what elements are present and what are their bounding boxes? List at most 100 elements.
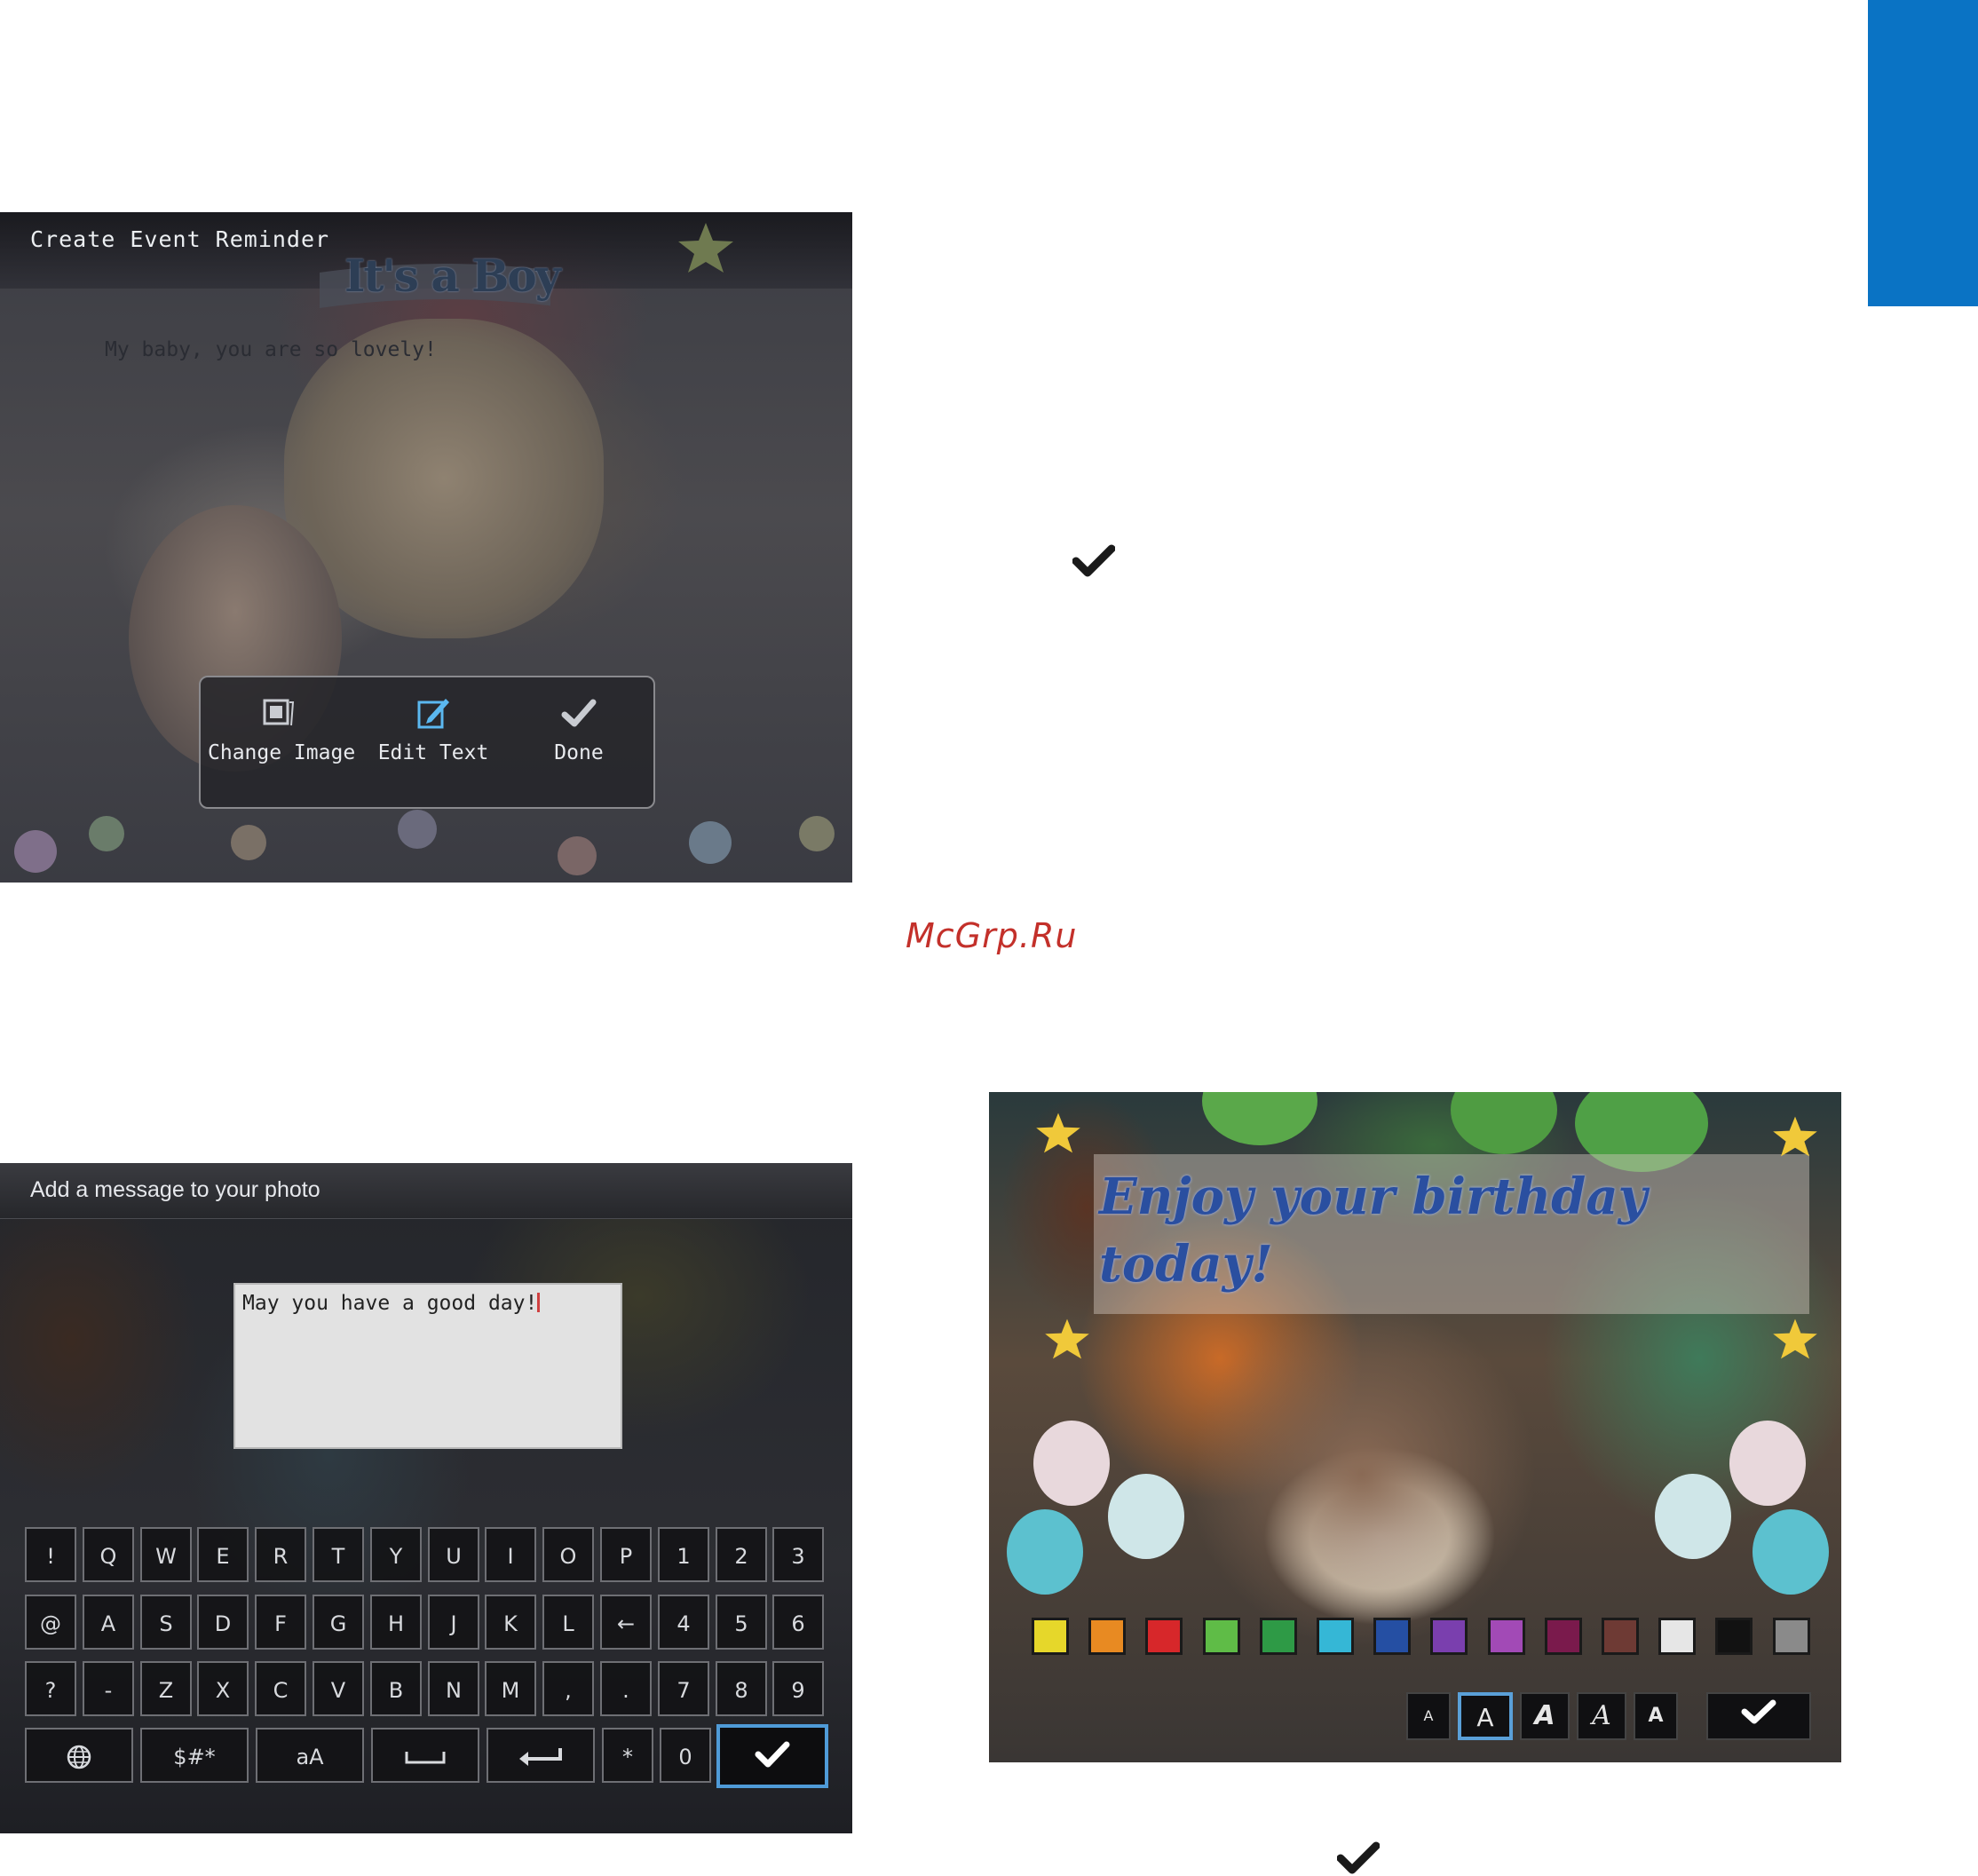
language-key[interactable] <box>25 1728 133 1783</box>
color-swatch[interactable] <box>1317 1618 1354 1655</box>
section-tab <box>1868 0 1978 306</box>
keyboard-key[interactable]: Y <box>370 1527 422 1582</box>
star-decoration <box>1773 1116 1817 1157</box>
balloon-decoration <box>1655 1474 1731 1559</box>
color-swatch[interactable] <box>1658 1618 1696 1655</box>
balloon-decoration <box>1108 1474 1184 1559</box>
edit-text-button[interactable]: Edit Text <box>362 677 504 807</box>
globe-icon <box>67 1745 91 1769</box>
color-swatch[interactable] <box>1602 1618 1639 1655</box>
keyboard-key[interactable]: X <box>197 1661 249 1716</box>
keyboard-key[interactable]: Q <box>83 1527 134 1582</box>
keyboard-key[interactable]: 8 <box>716 1661 767 1716</box>
message-input[interactable]: May you have a good day! <box>233 1283 622 1449</box>
action-menu: Change Image Edit Text Done <box>199 676 655 809</box>
keyboard-key[interactable]: P <box>600 1527 652 1582</box>
color-swatch[interactable] <box>1715 1618 1753 1655</box>
font-style-bold[interactable]: A <box>1634 1692 1678 1740</box>
keyboard-key[interactable]: J <box>428 1595 479 1650</box>
done-button[interactable]: Done <box>513 677 645 807</box>
font-style-small[interactable]: A <box>1406 1692 1451 1740</box>
birthday-text-style-screen: Enjoy your birthday today! A A A A A <box>989 1092 1841 1762</box>
screen-title: Add a message to your photo <box>30 1177 320 1202</box>
color-swatch[interactable] <box>1088 1618 1126 1655</box>
keyboard-key[interactable]: G <box>313 1595 364 1650</box>
watermark: McGrp.Ru <box>906 916 1078 955</box>
confirm-button[interactable] <box>1706 1692 1811 1740</box>
keyboard-key[interactable]: ? <box>25 1661 76 1716</box>
star-decoration <box>1773 1318 1817 1359</box>
keyboard-key[interactable]: W <box>140 1527 192 1582</box>
symbols-key[interactable]: $#* <box>140 1728 249 1783</box>
balloon-decoration <box>1033 1421 1110 1506</box>
keyboard-key[interactable]: N <box>428 1661 479 1716</box>
keyboard-key[interactable]: C <box>255 1661 306 1716</box>
keyboard-key[interactable]: - <box>83 1661 134 1716</box>
keyboard-key[interactable]: E <box>197 1527 249 1582</box>
keyboard-key[interactable]: @ <box>25 1595 76 1650</box>
checkmark-icon <box>1337 1841 1380 1874</box>
keyboard-key[interactable]: F <box>255 1595 306 1650</box>
keyboard-key[interactable]: A <box>83 1595 134 1650</box>
checkmark-icon <box>1741 1699 1776 1724</box>
keyboard-key[interactable]: R <box>255 1527 306 1582</box>
star-decoration <box>1036 1112 1080 1153</box>
color-swatch[interactable] <box>1373 1618 1411 1655</box>
keyboard-key[interactable]: D <box>197 1595 249 1650</box>
keyboard-key[interactable]: . <box>600 1661 652 1716</box>
color-swatch[interactable] <box>1203 1618 1240 1655</box>
keyboard-key[interactable]: 5 <box>716 1595 767 1650</box>
space-icon <box>405 1752 446 1764</box>
checkmark-icon <box>755 1741 790 1768</box>
keyboard-key[interactable]: 6 <box>772 1595 824 1650</box>
star-decoration <box>1045 1318 1089 1359</box>
key-0[interactable]: 0 <box>660 1728 711 1783</box>
checkmark-icon <box>1072 544 1115 577</box>
case-toggle-key[interactable]: aA <box>256 1728 364 1783</box>
confirm-button[interactable] <box>716 1724 828 1788</box>
keyboard-key[interactable]: 9 <box>772 1661 824 1716</box>
keyboard-key[interactable]: M <box>485 1661 536 1716</box>
event-reminder-screen: It's a Boy Create Event Reminder My baby… <box>0 212 852 883</box>
enter-key[interactable] <box>487 1728 595 1783</box>
keyboard-key[interactable]: L <box>542 1595 594 1650</box>
banner-text: It's a Boy <box>344 249 561 302</box>
keyboard-key[interactable]: 4 <box>658 1595 709 1650</box>
font-style-regular[interactable]: A <box>1458 1692 1513 1740</box>
color-swatch[interactable] <box>1032 1618 1069 1655</box>
key-asterisk[interactable]: * <box>602 1728 653 1783</box>
change-image-label: Change Image <box>208 741 356 764</box>
keyboard-key[interactable]: U <box>428 1527 479 1582</box>
font-style-script[interactable]: A <box>1577 1692 1626 1740</box>
message-value: May you have a good day! <box>242 1292 538 1315</box>
keyboard-key[interactable]: 3 <box>772 1527 824 1582</box>
keyboard-key[interactable]: I <box>485 1527 536 1582</box>
edit-text-label: Edit Text <box>377 741 489 764</box>
color-swatch[interactable] <box>1773 1618 1810 1655</box>
color-swatch[interactable] <box>1488 1618 1525 1655</box>
keyboard-key[interactable]: Z <box>140 1661 192 1716</box>
color-swatch[interactable] <box>1430 1618 1468 1655</box>
change-image-button[interactable]: Change Image <box>208 677 356 807</box>
keyboard-key[interactable]: K <box>485 1595 536 1650</box>
keyboard-key[interactable]: T <box>313 1527 364 1582</box>
keyboard-key[interactable]: B <box>370 1661 422 1716</box>
edit-text-icon <box>417 699 449 729</box>
space-key[interactable] <box>371 1728 479 1783</box>
keyboard-key[interactable]: , <box>542 1661 594 1716</box>
color-swatch[interactable] <box>1145 1618 1183 1655</box>
keyboard-key[interactable]: S <box>140 1595 192 1650</box>
font-style-italic[interactable]: A <box>1520 1692 1570 1740</box>
balloon-decoration <box>1202 1092 1317 1145</box>
backspace-key[interactable]: ← <box>600 1595 652 1650</box>
keyboard-key[interactable]: ! <box>25 1527 76 1582</box>
keyboard-key[interactable]: 7 <box>658 1661 709 1716</box>
keyboard-key[interactable]: 1 <box>658 1527 709 1582</box>
keyboard-key[interactable]: O <box>542 1527 594 1582</box>
color-swatch[interactable] <box>1545 1618 1582 1655</box>
color-swatch[interactable] <box>1260 1618 1297 1655</box>
enter-icon <box>519 1748 562 1766</box>
keyboard-key[interactable]: V <box>313 1661 364 1716</box>
keyboard-key[interactable]: H <box>370 1595 422 1650</box>
keyboard-key[interactable]: 2 <box>716 1527 767 1582</box>
